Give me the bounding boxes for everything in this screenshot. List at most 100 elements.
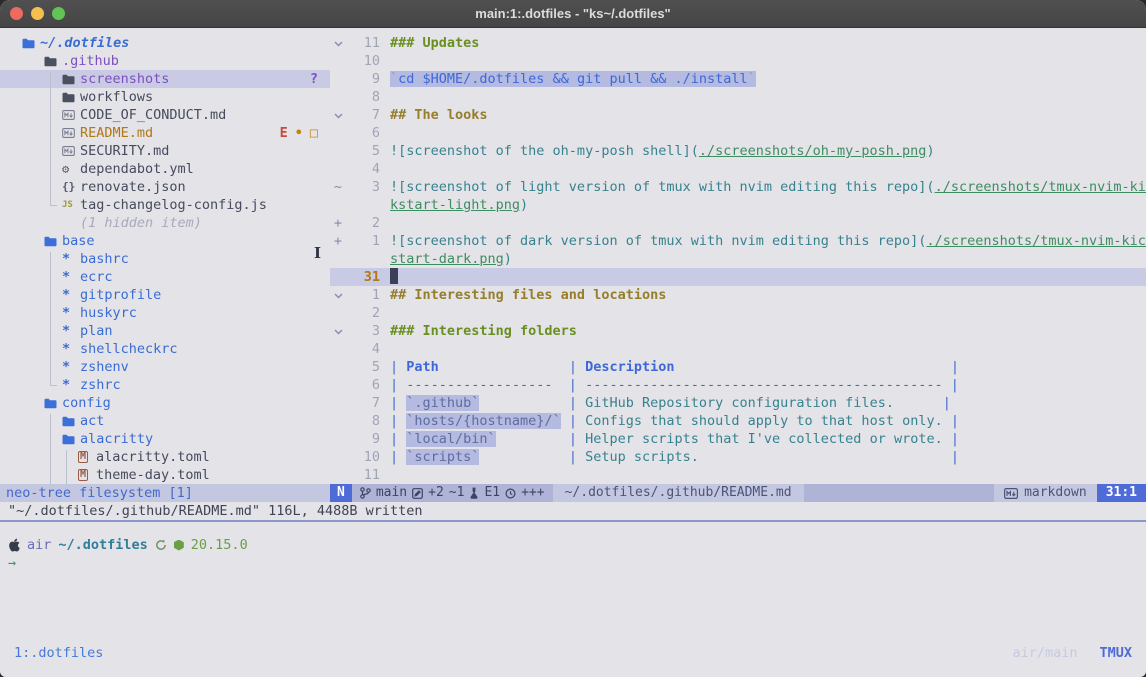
- line-number: 4: [346, 340, 380, 358]
- editor-line[interactable]: 3### Interesting folders: [330, 322, 1146, 340]
- tree-label: ecrc: [80, 268, 113, 286]
- editor-line[interactable]: 9`cd $HOME/.dotfiles && git pull && ./in…: [330, 70, 1146, 88]
- editor-line[interactable]: 9| `local/bin` | Helper scripts that I'v…: [330, 430, 1146, 448]
- tree-label: plan: [80, 322, 113, 340]
- editor-line[interactable]: 1## Interesting files and locations: [330, 286, 1146, 304]
- tree-label: SECURITY.md: [80, 142, 169, 160]
- folder-icon: [22, 38, 35, 49]
- toml-icon: M: [78, 469, 88, 481]
- editor-buffer[interactable]: 11### Updates109`cd $HOME/.dotfiles && g…: [330, 28, 1146, 484]
- minimize-button[interactable]: [31, 7, 44, 20]
- folder-icon: [44, 398, 57, 409]
- line-number: 9: [346, 70, 380, 88]
- tree-label: zshrc: [80, 376, 121, 394]
- editor-line[interactable]: 6| ------------------ | ----------------…: [330, 376, 1146, 394]
- markdown-file-icon: [62, 128, 75, 138]
- tree-row--.dotfiles[interactable]: ~/.dotfiles: [0, 34, 330, 52]
- tree-label: shellcheckrc: [80, 340, 178, 358]
- line-number: 9: [346, 430, 380, 448]
- tree-label: alacritty: [80, 430, 153, 448]
- editor-line[interactable]: 11### Updates: [330, 34, 1146, 52]
- star-icon: *: [62, 268, 70, 286]
- file-edit-icon: [412, 488, 423, 499]
- tree-row--1-hidden-item-[interactable]: (1 hidden item): [0, 214, 330, 232]
- tree-label: README.md: [80, 124, 153, 142]
- shell-pane[interactable]: air ~/.dotfiles 20.15.0 →: [0, 522, 1146, 572]
- apple-icon: [8, 538, 20, 552]
- tree-label: workflows: [80, 88, 153, 106]
- editor-line[interactable]: 11: [330, 466, 1146, 484]
- editor-line[interactable]: start-dark.png): [330, 250, 1146, 268]
- filetype-segment: markdown: [994, 484, 1097, 502]
- tree-row-base[interactable]: base: [0, 232, 330, 250]
- star-icon: *: [62, 358, 70, 376]
- cursor-position: 31:1: [1097, 484, 1146, 502]
- editor-line[interactable]: 31: [330, 268, 1146, 286]
- node-version: 20.15.0: [191, 536, 248, 554]
- tree-label: zshenv: [80, 358, 129, 376]
- terminal-content: ~/.dotfiles.githubscreenshots?workflowsC…: [0, 28, 1146, 677]
- line-number: 5: [346, 358, 380, 376]
- statusline: N main +2~1 E1 +++ ~/.dotfiles/.github/R…: [330, 484, 1146, 502]
- tree-label: ~/.dotfiles: [40, 34, 129, 52]
- tree-row-.github[interactable]: .github: [0, 52, 330, 70]
- indent-guide-corner: [50, 385, 57, 386]
- line-number: 11: [346, 34, 380, 52]
- diff-added: +2: [428, 484, 444, 502]
- tree-row-config[interactable]: config: [0, 394, 330, 412]
- folder-icon: [62, 416, 75, 427]
- mode-indicator: N: [330, 484, 352, 502]
- statusline-filename: ~/.dotfiles/.github/README.md: [553, 484, 804, 502]
- editor-line[interactable]: 10: [330, 52, 1146, 70]
- line-number: 10: [346, 448, 380, 466]
- filetype-label: markdown: [1024, 484, 1087, 502]
- tmux-badge: TMUX: [1099, 644, 1132, 662]
- prompt-cwd: ~/.dotfiles: [58, 536, 147, 554]
- tree-label: renovate.json: [80, 178, 186, 196]
- neotree-statusline: neo-tree filesystem [1]: [0, 484, 330, 502]
- prompt-hostname: air: [27, 536, 51, 554]
- line-number: 31: [346, 268, 380, 286]
- editor-line[interactable]: 8| `hosts/{hostname}/` | Configs that sh…: [330, 412, 1146, 430]
- editor-line[interactable]: 6: [330, 124, 1146, 142]
- editor-line[interactable]: 2: [330, 304, 1146, 322]
- line-number: 4: [346, 160, 380, 178]
- indent-guide: [50, 414, 51, 484]
- editor-line[interactable]: 10| `scripts` | Setup scripts. |: [330, 448, 1146, 466]
- line-number: 8: [346, 88, 380, 106]
- braces-icon: {}: [62, 178, 75, 196]
- statusline-plus: +++: [521, 484, 544, 502]
- editor-panel: 11### Updates109`cd $HOME/.dotfiles && g…: [330, 28, 1146, 502]
- markdown-file-icon: [62, 110, 75, 120]
- editor-line[interactable]: 7## The looks: [330, 106, 1146, 124]
- line-number: 1: [346, 232, 380, 250]
- tree-label: alacritty.toml: [96, 448, 210, 466]
- folder-icon: [44, 236, 57, 247]
- line-number: 11: [346, 466, 380, 484]
- editor-line[interactable]: kstart-light.png): [330, 196, 1146, 214]
- diff-modified: ~1: [449, 484, 465, 502]
- flask-icon: [469, 487, 479, 499]
- fold-chevron-icon: [334, 41, 343, 47]
- star-icon: *: [62, 340, 70, 358]
- editor-line[interactable]: 5| Path | Description |: [330, 358, 1146, 376]
- zoom-button[interactable]: [52, 7, 65, 20]
- tree-label: gitprofile: [80, 286, 161, 304]
- editor-line[interactable]: 5![screenshot of the oh-my-posh shell](.…: [330, 142, 1146, 160]
- editor-line[interactable]: +2: [330, 214, 1146, 232]
- editor-line[interactable]: +1![screenshot of dark version of tmux w…: [330, 232, 1146, 250]
- close-button[interactable]: [10, 7, 23, 20]
- statusline-fill: [804, 484, 994, 502]
- editor-line[interactable]: 8: [330, 88, 1146, 106]
- tmux-window-tab[interactable]: 1:.dotfiles: [14, 644, 103, 662]
- tmux-status-bar: 1:.dotfiles air/main TMUX: [0, 644, 1146, 662]
- editor-line[interactable]: 7| `.github` | GitHub Repository configu…: [330, 394, 1146, 412]
- editor-line[interactable]: 4: [330, 340, 1146, 358]
- git-status-badge: •: [295, 124, 303, 142]
- indent-guide: [66, 450, 67, 484]
- editor-line[interactable]: ~3![screenshot of light version of tmux …: [330, 178, 1146, 196]
- tmux-session-name: air/main: [1012, 644, 1077, 662]
- tree-label: .github: [62, 52, 119, 70]
- tree-label: CODE_OF_CONDUCT.md: [80, 106, 226, 124]
- editor-line[interactable]: 4: [330, 160, 1146, 178]
